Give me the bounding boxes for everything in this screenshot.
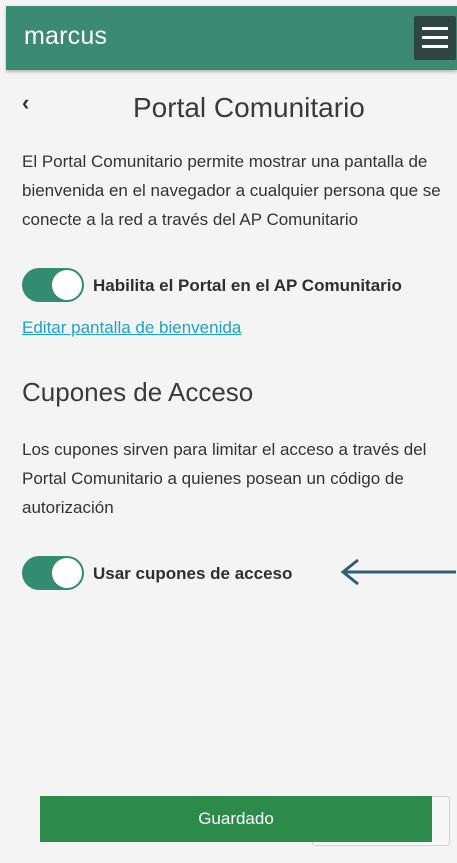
coupons-section-title: Cupones de Acceso [22, 377, 254, 407]
left-arrow-icon [340, 558, 456, 586]
back-button[interactable]: ‹ [22, 90, 42, 115]
portal-toggle-label: Habilita el Portal en el AP Comunitario [93, 276, 402, 295]
toggle-knob [52, 558, 82, 588]
coupons-description: Los cupones sirven para limitar el acces… [22, 440, 427, 517]
coupons-toggle[interactable] [22, 556, 84, 590]
portal-toggle[interactable] [22, 268, 84, 302]
brand-name: marcus [24, 22, 108, 50]
coupons-toggle-label: Usar cupones de acceso [93, 564, 293, 583]
page-title: Portal Comunitario [133, 92, 365, 123]
hamburger-menu-icon[interactable] [414, 16, 456, 60]
app-header: marcus [6, 6, 457, 70]
toggle-knob [52, 270, 82, 300]
portal-description: El Portal Comunitario permite mostrar un… [22, 152, 441, 229]
save-button[interactable]: Guardado [40, 796, 432, 842]
edit-welcome-screen-link[interactable]: Editar pantalla de bienvenida [22, 318, 241, 338]
